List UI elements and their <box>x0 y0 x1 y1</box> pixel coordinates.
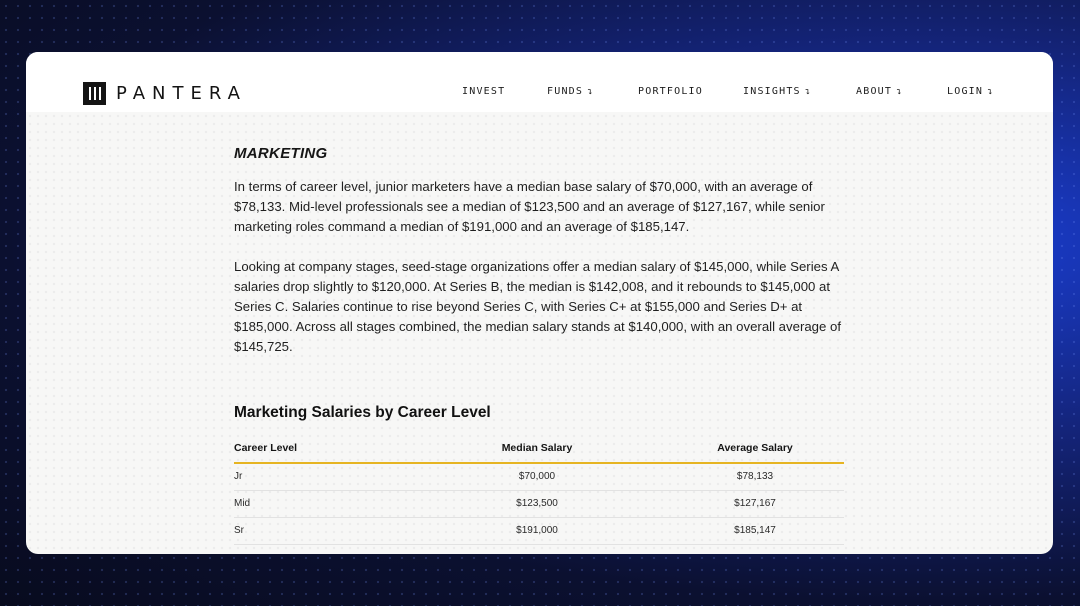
cell-average-salary: $185,147 <box>734 525 776 536</box>
nav-item-login[interactable]: LOGIN ↴ <box>947 86 994 97</box>
column-header-average-salary: Average Salary <box>717 442 793 454</box>
site-header: PANTERA INVEST FUNDS ↴ PORTFOLIO INSIGHTS… <box>26 52 1053 112</box>
dropdown-arrow-icon: ↴ <box>896 87 903 97</box>
nav-item-insights[interactable]: INSIGHTS ↴ <box>743 86 811 97</box>
brand-name: PANTERA <box>116 83 247 104</box>
nav-label: LOGIN <box>947 86 984 97</box>
nav-label: PORTFOLIO <box>638 86 703 97</box>
salary-table: Career Level Median Salary Average Salar… <box>234 436 844 545</box>
browser-page-card: PANTERA INVEST FUNDS ↴ PORTFOLIO INSIGHTS… <box>26 52 1053 554</box>
cell-median-salary: $191,000 <box>516 525 558 536</box>
paragraph: Looking at company stages, seed-stage or… <box>234 259 841 354</box>
section-title: MARKETING <box>234 145 328 162</box>
table-title: Marketing Salaries by Career Level <box>234 404 491 421</box>
pantera-logo-icon <box>83 82 106 105</box>
paragraph: In terms of career level, junior markete… <box>234 179 825 234</box>
nav-label: INVEST <box>462 86 506 97</box>
table-row: Sr $191,000 $185,147 <box>234 518 844 545</box>
pantera-logo[interactable]: PANTERA <box>83 82 247 105</box>
column-header-career-level: Career Level <box>234 442 298 454</box>
nav-label: INSIGHTS <box>743 86 801 97</box>
cell-career-level: Mid <box>234 498 251 509</box>
dropdown-arrow-icon: ↴ <box>804 87 812 97</box>
table-row: Mid $123,500 $127,167 <box>234 491 844 518</box>
table-row: Jr $70,000 $78,133 <box>234 464 844 491</box>
nav-item-portfolio[interactable]: PORTFOLIO <box>638 86 703 97</box>
table-header-row: Career Level Median Salary Average Salar… <box>234 436 844 464</box>
nav-label: FUNDS <box>547 86 584 97</box>
nav-item-about[interactable]: ABOUT ↴ <box>856 86 903 97</box>
dropdown-arrow-icon: ↴ <box>987 87 994 97</box>
dropdown-arrow-icon: ↴ <box>587 87 594 97</box>
nav-item-funds[interactable]: FUNDS ↴ <box>547 86 594 97</box>
nav-item-invest[interactable]: INVEST <box>462 86 505 97</box>
cell-career-level: Sr <box>234 525 244 536</box>
cell-career-level: Jr <box>234 471 243 482</box>
column-header-median-salary: Median Salary <box>501 442 573 454</box>
cell-median-salary: $70,000 <box>518 471 556 482</box>
cell-median-salary: $123,500 <box>516 498 558 509</box>
cell-average-salary: $78,133 <box>736 471 774 482</box>
nav-label: ABOUT <box>856 86 893 97</box>
cell-average-salary: $127,167 <box>734 498 776 509</box>
